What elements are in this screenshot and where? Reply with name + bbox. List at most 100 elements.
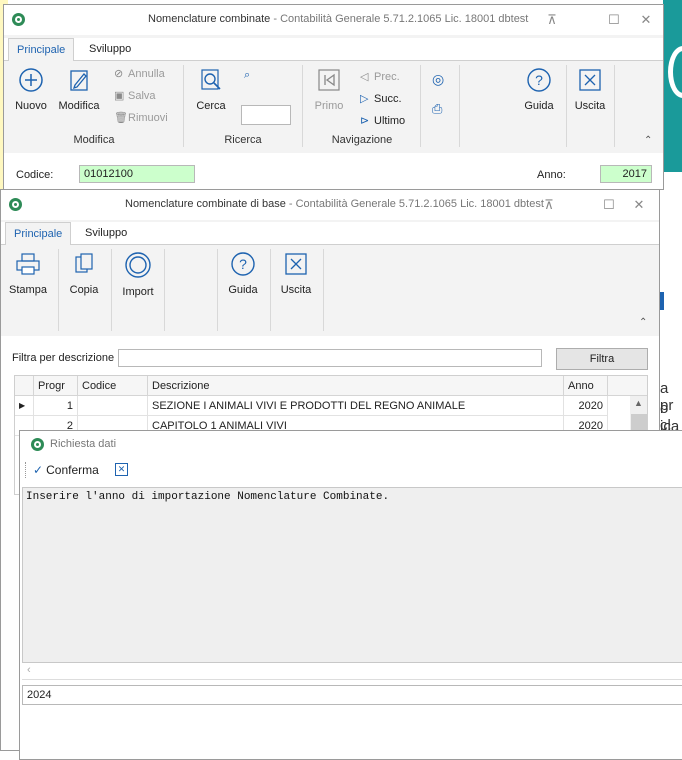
toolbar-grip <box>25 462 28 478</box>
horizontal-scrollbar[interactable]: ‹ <box>22 663 682 680</box>
cancel-x-icon[interactable]: ✕ <box>115 463 128 476</box>
window-title: Nomenclature combinate - Contabilità Gen… <box>148 13 529 25</box>
app-icon <box>9 198 22 211</box>
ultimo-button[interactable]: ⊳ Ultimo <box>360 114 405 127</box>
app-icon <box>12 13 25 26</box>
tab-sviluppo[interactable]: Sviluppo <box>77 222 135 244</box>
cell-descrizione: SEZIONE I ANIMALI VIVI E PRODOTTI DEL RE… <box>148 396 564 416</box>
ribbon: Nuovo Modifica ⊘ Annulla ▣ Salva 🗑Rimuovi … <box>4 61 663 151</box>
separator <box>302 65 303 147</box>
separator <box>58 249 59 331</box>
exit-icon <box>285 253 307 275</box>
separator <box>111 249 112 331</box>
ricerca-input[interactable] <box>241 105 291 125</box>
dialog-title: Richiesta dati <box>50 438 117 450</box>
close-icon[interactable]: ✕ <box>629 196 649 214</box>
circle-tool-icon[interactable]: ◎ <box>432 71 444 88</box>
dialog-title-bar: Richiesta dati <box>20 431 682 457</box>
filter-input[interactable] <box>118 349 542 367</box>
help-icon: ? <box>231 252 255 276</box>
title-bar: Nomenclature combinate di base - Contabi… <box>1 190 659 220</box>
succ-button[interactable]: ▷ Succ. <box>360 92 402 105</box>
nuovo-button[interactable]: Nuovo <box>12 67 50 112</box>
trash-icon: 🗑 <box>114 112 128 124</box>
find-small-icon[interactable]: ⌕ <box>244 69 250 82</box>
separator <box>323 249 324 331</box>
salva-button[interactable]: ▣ Salva <box>114 89 156 102</box>
dialog-toolbar: ✓ Conferma ✕ <box>20 459 682 483</box>
filtra-button[interactable]: Filtra <box>556 348 648 370</box>
primo-button[interactable]: Primo <box>312 67 346 112</box>
cell-anno: 2020 <box>564 396 608 416</box>
add-circle-icon <box>19 68 43 92</box>
column-header-filler <box>608 376 647 396</box>
codice-label: Codice: <box>16 169 54 181</box>
tab-sviluppo[interactable]: Sviluppo <box>81 38 139 60</box>
column-header-codice[interactable]: Codice <box>78 376 148 396</box>
group-label-modifica: Modifica <box>73 134 115 146</box>
help-icon: ? <box>527 68 551 92</box>
maximize-icon[interactable]: ☐ <box>599 196 619 214</box>
guida-button[interactable]: ? Guida <box>522 67 556 112</box>
anno-label: Anno: <box>537 169 566 181</box>
app-icon <box>31 438 44 451</box>
form-area: Codice: 01012100 Anno: 2017 <box>4 153 663 189</box>
collapse-ribbon-icon[interactable]: ⌃ <box>639 317 647 328</box>
title-bar: Nomenclature combinate - Contabilità Gen… <box>4 5 663 35</box>
row-selector: ▶ <box>15 396 34 416</box>
tab-principale[interactable]: Principale <box>8 38 75 62</box>
ribbon-tabs: Principale Sviluppo <box>1 222 659 246</box>
anno-field[interactable]: 2017 <box>600 165 652 183</box>
cell-progr: 1 <box>34 396 78 416</box>
separator <box>459 65 460 147</box>
stampa-button[interactable]: Stampa <box>7 251 49 296</box>
import-icon <box>125 252 151 278</box>
close-icon[interactable]: ✕ <box>636 11 656 29</box>
separator <box>420 65 421 147</box>
year-input[interactable]: 2024 <box>22 685 682 705</box>
codice-field[interactable]: 01012100 <box>79 165 195 183</box>
annulla-button[interactable]: ⊘ Annulla <box>114 67 165 80</box>
prec-button[interactable]: ◁ Prec. <box>360 70 400 83</box>
collapse-ribbon-icon[interactable]: ⌃ <box>644 135 652 146</box>
rimuovi-button[interactable]: 🗑Rimuovi <box>114 111 168 124</box>
import-button[interactable]: Import <box>117 251 159 298</box>
previous-icon: ◁ <box>360 71 369 83</box>
scroll-up-icon[interactable]: ▲ <box>634 398 643 408</box>
uscita-button[interactable]: Uscita <box>277 251 315 296</box>
pin-icon[interactable]: ⊼ <box>539 196 559 214</box>
ribbon: Stampa Copia Import ? Guida Uscita ⌃ <box>1 245 659 335</box>
copy-icon <box>75 253 93 273</box>
message-area: Inserire l'anno di importazione Nomencla… <box>22 487 682 663</box>
svg-text:?: ? <box>535 72 543 88</box>
message-text: Inserire l'anno di importazione Nomencla… <box>26 491 390 503</box>
conferma-button[interactable]: ✓ Conferma <box>33 463 99 477</box>
cerca-button[interactable]: Cerca <box>194 67 228 112</box>
tab-principale[interactable]: Principale <box>5 222 72 246</box>
cell-codice <box>78 396 148 416</box>
maximize-icon[interactable]: ☐ <box>604 11 624 29</box>
separator <box>183 65 184 147</box>
next-icon: ▷ <box>360 93 369 105</box>
column-header-selector <box>15 376 34 396</box>
modifica-button[interactable]: Modifica <box>56 67 102 112</box>
search-icon <box>201 69 221 90</box>
column-header-descrizione[interactable]: Descrizione <box>148 376 564 396</box>
group-label-ricerca: Ricerca <box>224 134 262 146</box>
check-icon: ✓ <box>33 463 44 477</box>
column-header-anno[interactable]: Anno <box>564 376 608 396</box>
guida-button[interactable]: ? Guida <box>225 251 261 296</box>
cancel-icon: ⊘ <box>114 68 124 80</box>
print-small-icon[interactable]: ⎙ <box>432 101 442 117</box>
last-record-icon: ⊳ <box>360 115 370 127</box>
column-header-progr[interactable]: Progr <box>34 376 78 396</box>
window-title: Nomenclature combinate di base - Contabi… <box>125 198 544 210</box>
pin-icon[interactable]: ⊼ <box>542 11 562 29</box>
uscita-button[interactable]: Uscita <box>572 67 608 112</box>
copia-button[interactable]: Copia <box>65 251 103 296</box>
save-icon: ▣ <box>114 90 125 102</box>
scroll-left-icon[interactable]: ‹ <box>27 664 31 676</box>
separator <box>270 249 271 331</box>
edit-icon <box>70 70 88 91</box>
first-record-icon <box>318 69 340 91</box>
